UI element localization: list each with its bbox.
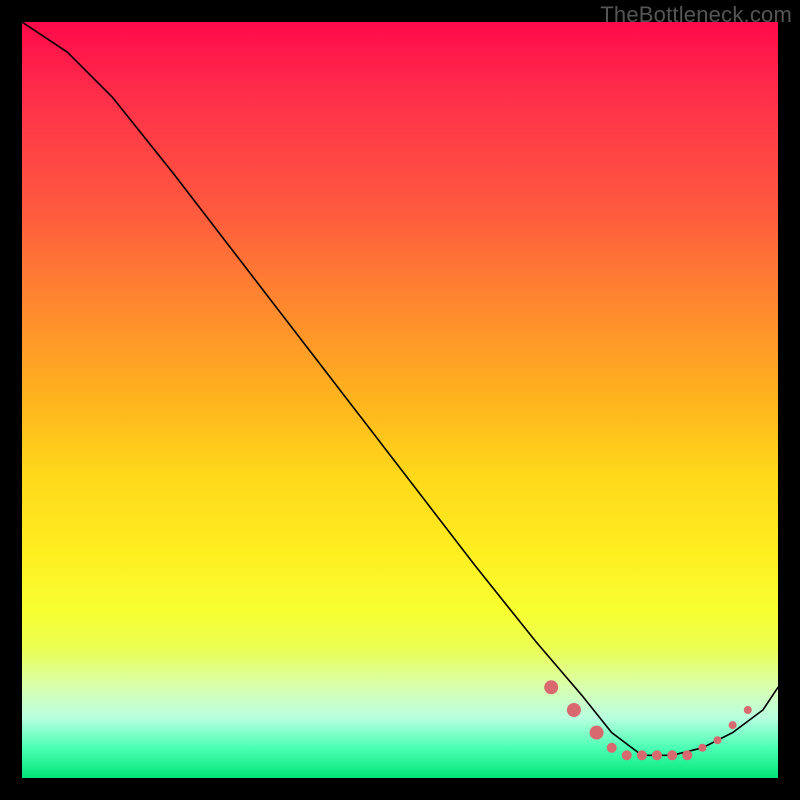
data-point-cluster-b bbox=[590, 726, 604, 740]
watermark-text: TheBottleneck.com bbox=[600, 2, 792, 28]
data-point-cluster-g bbox=[667, 750, 677, 760]
data-point-cluster-j bbox=[714, 736, 722, 744]
chart-plot-area bbox=[22, 22, 778, 778]
chart-points bbox=[544, 680, 752, 760]
data-point-cluster-left-edge bbox=[544, 680, 558, 694]
data-point-upper-right-a bbox=[729, 721, 737, 729]
chart-frame: TheBottleneck.com bbox=[0, 0, 800, 800]
bottleneck-curve bbox=[22, 22, 778, 755]
data-point-cluster-c bbox=[607, 743, 617, 753]
chart-overlay-svg bbox=[22, 22, 778, 778]
data-point-cluster-e bbox=[637, 750, 647, 760]
data-point-cluster-a bbox=[567, 703, 581, 717]
data-point-cluster-f bbox=[652, 750, 662, 760]
data-point-cluster-d bbox=[622, 750, 632, 760]
data-point-upper-right-b bbox=[744, 706, 752, 714]
data-point-cluster-h bbox=[682, 750, 692, 760]
data-point-cluster-i bbox=[698, 744, 706, 752]
